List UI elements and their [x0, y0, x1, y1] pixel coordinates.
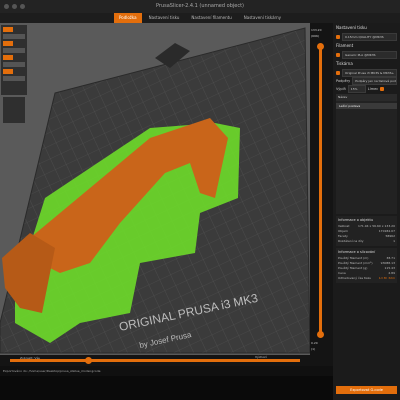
print-settings-label: Nastavení tisku [336, 25, 367, 30]
layer-top-index: (666) [311, 34, 320, 38]
brim-checkbox[interactable] [380, 86, 385, 91]
supports-select[interactable]: Podpěry jen na tiskové podložce [352, 76, 397, 85]
legend-panel [1, 25, 27, 95]
status-bar: Exportováno do: /home/user/Desktop/prusa… [0, 366, 333, 376]
export-gcode-button[interactable]: Exportovat G-code [336, 386, 397, 394]
3d-viewport[interactable]: ORIGINAL PRUSA i3 MK3 by Josef Prusa [0, 23, 310, 363]
move-slider-track[interactable] [10, 359, 300, 362]
minimize-icon[interactable] [12, 4, 17, 9]
print-profile-select[interactable]: 0.15mm QUALITY @MK3S [342, 32, 397, 41]
layer-slider-track[interactable] [319, 45, 322, 335]
brim-label: Límec [367, 86, 379, 91]
maximize-icon[interactable] [20, 4, 25, 9]
window-title: PrusaSlicer-2.4.1 (unnamed object) [155, 3, 245, 9]
sliced-info-panel: Informace o slicování Použitý filament (… [336, 248, 397, 283]
sliced-info-title: Informace o slicování [338, 250, 376, 254]
view-mode-select[interactable]: Výchozí [255, 355, 267, 359]
tab-filament-settings[interactable]: Nastavení filamentu [186, 13, 236, 23]
move-slider[interactable]: Zobrazit: Vše Výchozí [0, 355, 310, 366]
info-row: Rozdělení na díly 1 [338, 239, 395, 243]
infill-select[interactable]: 15% [347, 84, 366, 93]
object-list-header: Název [336, 94, 397, 101]
filament-color-icon[interactable] [336, 52, 340, 57]
layer-bottom-value: 0.20 [311, 341, 318, 345]
object-list-item[interactable]: Ležící postava [336, 103, 397, 109]
layer-bottom-index: (1) [311, 347, 316, 351]
layer-slider[interactable]: 133.20 (666) 0.20 (1) [310, 23, 332, 363]
close-icon[interactable] [4, 4, 9, 9]
object-info-panel: Informace o objektu Velikost 171.94 x 56.… [336, 216, 397, 246]
bed-scene: ORIGINAL PRUSA i3 MK3 by Josef Prusa [0, 23, 310, 363]
right-sidebar: Nastavení tisku 0.15mm QUALITY @MK3S Fil… [333, 23, 400, 400]
tab-bar: Podložka Nastavení tisku Nastavení filam… [0, 13, 400, 23]
window-controls [4, 4, 25, 9]
sliced-row: Odhadovaný čas tisku 1d 3h 32m [338, 276, 395, 280]
tab-plater[interactable]: Podložka [113, 13, 142, 23]
layer-top-handle[interactable] [317, 43, 324, 50]
title-bar: PrusaSlicer-2.4.1 (unnamed object) [0, 0, 400, 13]
layer-bottom-handle[interactable] [317, 331, 324, 338]
tab-printer-settings[interactable]: Nastavení tiskárny [239, 13, 286, 23]
supports-label: Podpěry [336, 78, 351, 83]
gear-icon[interactable] [336, 34, 340, 39]
printer-label: Tiskárna [336, 61, 353, 66]
move-slider-handle[interactable] [85, 357, 92, 364]
object-list[interactable]: Název Ležící postava [336, 94, 397, 214]
sliced-row: Použitý filament (g) 115.43 [338, 266, 395, 270]
infill-label: Výplň [336, 86, 346, 91]
printer-profile-select[interactable]: Original Prusa i3 MK3S & MK3S+ [342, 68, 397, 77]
object-info-title: Informace o objektu [338, 218, 374, 222]
layer-top-value: 133.20 [311, 28, 322, 32]
printer-icon[interactable] [336, 70, 340, 75]
desktop-background [0, 376, 333, 400]
filament-profile-select[interactable]: Generic PLA @MK3S [342, 50, 397, 59]
prusaslicer-window: PrusaSlicer-2.4.1 (unnamed object) Podlo… [0, 0, 400, 400]
legend-box [3, 97, 25, 123]
tab-print-settings[interactable]: Nastavení tisku [144, 13, 185, 23]
filament-label: Filament [336, 43, 354, 48]
